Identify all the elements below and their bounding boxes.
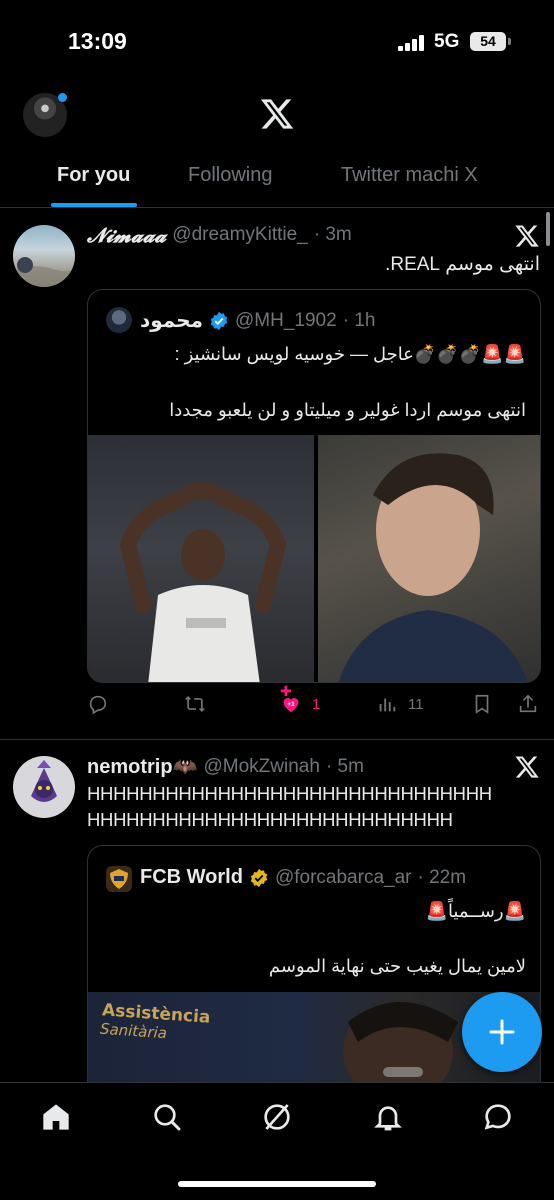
like-sparkle-icon: ✚ xyxy=(280,683,292,699)
home-icon[interactable] xyxy=(40,1101,72,1133)
quote-header: محمود @MH_1902 · 1h xyxy=(140,308,375,333)
quote-text-line-1: 🚨رســمياً🚨 xyxy=(425,901,526,921)
quote-display-name: محمود xyxy=(140,310,204,332)
quote-image-2[interactable] xyxy=(318,435,540,682)
verified-badge-icon xyxy=(210,311,228,330)
quote-text-line-2: لامين يمال يغيب حتى نهاية الموسم xyxy=(268,956,526,976)
quote-timestamp: · 1h xyxy=(342,309,376,331)
post-avatar[interactable] xyxy=(13,756,75,818)
tab-twitter-machi-x[interactable]: Twitter machi X xyxy=(341,164,478,187)
post-avatar[interactable] xyxy=(13,225,75,287)
active-tab-indicator xyxy=(51,203,137,207)
quoted-post[interactable]: محمود @MH_1902 · 1h 🚨🚨💣💣💣عاجل — خوسيه لو… xyxy=(87,289,541,683)
bookmark-button[interactable] xyxy=(471,693,493,715)
post-header: nemotrip🦇 @MokZwinah · 5m xyxy=(87,754,364,779)
battery-icon: 54 xyxy=(470,32,506,51)
share-button[interactable] xyxy=(517,693,539,715)
signal-icon xyxy=(398,35,424,51)
network-label: 5G xyxy=(434,31,460,52)
reply-button[interactable] xyxy=(87,693,109,715)
like-badge: +1 xyxy=(287,701,295,708)
bookmark-icon xyxy=(475,694,489,714)
timeline-tabs: For you Following Twitter machi X xyxy=(0,150,554,208)
compose-post-button[interactable] xyxy=(462,992,542,1072)
action-bar: +1 1 11 xyxy=(87,693,541,723)
quote-handle: @MH_1902 xyxy=(235,309,337,331)
repost-button[interactable] xyxy=(184,693,206,715)
notifications-bell-icon[interactable] xyxy=(372,1101,404,1133)
display-name[interactable]: nemotrip🦇 xyxy=(87,754,197,779)
views-button[interactable]: 11 xyxy=(376,693,424,715)
messages-icon[interactable] xyxy=(482,1101,514,1133)
x-logo-icon xyxy=(515,756,539,778)
tab-following[interactable]: Following xyxy=(188,164,272,187)
quote-image-1[interactable] xyxy=(88,435,314,682)
battery-tip xyxy=(508,38,511,45)
quote-handle: @forcabarca_ar xyxy=(274,866,412,888)
views-count: 11 xyxy=(408,695,424,713)
timestamp: · 5m xyxy=(325,755,364,777)
handle[interactable]: @dreamyKittie_ xyxy=(172,224,307,246)
reply-icon xyxy=(89,695,107,715)
x-logo-icon xyxy=(515,225,539,247)
repost-icon xyxy=(185,695,205,713)
post-1[interactable]: 𝓝𝓲𝓶𝓪𝓪𝓪 @dreamyKittie_ · 3m انتهى موسم RE… xyxy=(0,209,554,739)
handle[interactable]: @MokZwinah xyxy=(203,756,319,778)
like-count: 1 xyxy=(312,695,321,713)
post-text-line-1: HHHHHHHHHHHHHHHHHHHHHHHHHHHHHHH xyxy=(87,783,492,804)
plus-icon xyxy=(489,1019,515,1045)
battery-level: 54 xyxy=(480,33,496,49)
quote-text-line-1: 🚨🚨💣💣💣عاجل — خوسيه لويس سانشيز : xyxy=(174,344,526,364)
share-icon xyxy=(519,694,537,713)
image-text-2: Sanitària xyxy=(99,1019,168,1043)
post-text-line-2: HHHHHHHHHHHHHHHHHHHHHHHHHHHH xyxy=(87,809,453,830)
display-name[interactable]: 𝓝𝓲𝓶𝓪𝓪𝓪 xyxy=(87,223,166,247)
quote-avatar xyxy=(106,307,132,333)
quote-display-name: FCB World xyxy=(140,866,243,888)
views-icon xyxy=(379,698,396,712)
search-icon[interactable] xyxy=(151,1101,183,1133)
quote-timestamp: · 22m xyxy=(417,866,467,888)
notification-dot xyxy=(58,93,67,102)
tab-for-you[interactable]: For you xyxy=(57,164,130,187)
quote-header: FCB World @forcabarca_ar · 22m xyxy=(140,866,466,889)
quoted-post[interactable]: FCB World @forcabarca_ar · 22m 🚨رســمياً… xyxy=(87,845,541,1105)
quote-text-line-2: انتهى موسم اردا غولير و ميليتاو و لن يلع… xyxy=(169,400,526,420)
status-time: 13:09 xyxy=(68,28,127,54)
status-bar: 13:09 5G 54 xyxy=(0,0,554,80)
post-header: 𝓝𝓲𝓶𝓪𝓪𝓪 @dreamyKittie_ · 3m xyxy=(87,223,352,247)
verified-badge-icon xyxy=(250,868,268,887)
post-text: انتهى موسم REAL. xyxy=(385,254,540,275)
quote-avatar xyxy=(106,866,132,892)
x-logo-icon xyxy=(260,99,294,129)
timestamp: · 3m xyxy=(313,224,352,245)
home-indicator[interactable] xyxy=(178,1181,376,1187)
grok-icon[interactable] xyxy=(261,1101,293,1133)
